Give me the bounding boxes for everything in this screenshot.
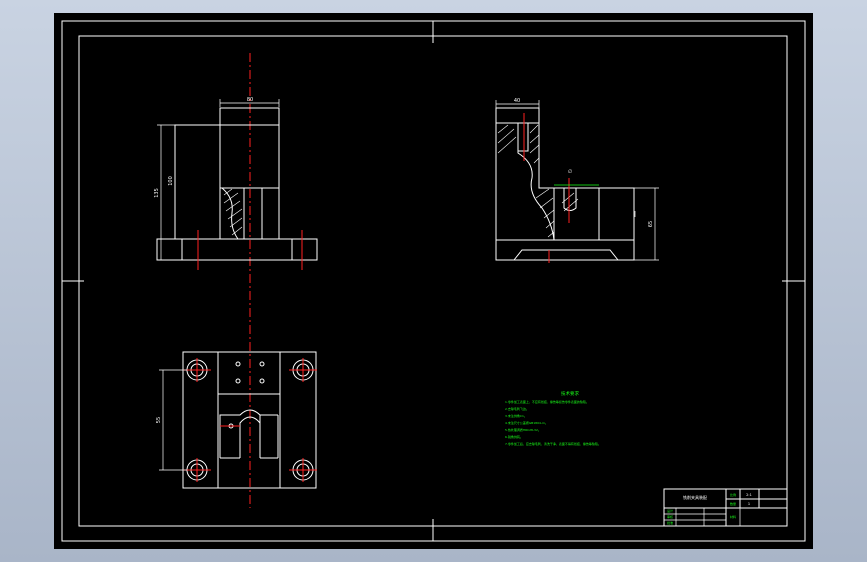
tech-req-line-2: 2.去除毛刺飞边。 [505, 406, 529, 411]
tech-req-line-1: 1.零件加工表面上，不应有划痕、擦伤等损伤零件表面的缺陷。 [505, 399, 589, 404]
trim-border [61, 20, 806, 542]
tech-req-line-5: 5.热处理调质HRC28-32。 [505, 427, 541, 432]
title-block-approved-label: 批准 [667, 520, 673, 525]
drawing-frame [78, 35, 788, 527]
tech-req-line-3: 3.未注倒角C1。 [505, 413, 527, 418]
title-block-checked-label: 审核 [667, 514, 673, 519]
dim-front-height-inner: 100 [168, 176, 174, 186]
dim-side-top-width: 40 [514, 98, 520, 104]
cad-drawing-canvas: 80 135 100 40 ∅ 65 55 技术要求 1.零件加工表面上，不应有… [61, 20, 806, 542]
title-block-scale-label: 比例 [730, 492, 736, 497]
dim-side-height: 65 [648, 221, 654, 227]
centering-marks [62, 21, 805, 541]
tech-req-line-4: 4.未注尺寸公差按GB1804-m。 [505, 420, 548, 425]
front-section-hatch [221, 187, 243, 240]
title-block: 铣削夹具装配 比例 2:1 数量 1 材料 设计 审核 批准 [663, 488, 788, 527]
front-view: 80 135 100 [154, 97, 318, 270]
tech-req-title: 技术要求 [561, 390, 579, 397]
plan-view: 55 [156, 351, 317, 489]
dim-front-height-outer: 135 [154, 188, 160, 198]
drawing-sheet: 80 135 100 40 ∅ 65 55 技术要求 1.零件加工表面上，不应有… [54, 13, 813, 549]
title-block-name: 铣削夹具装配 [683, 494, 707, 500]
title-block-drawn-label: 设计 [667, 508, 673, 513]
side-view: 40 ∅ 65 [495, 98, 659, 263]
front-dimensions [157, 99, 280, 260]
technical-requirements: 技术要求 1.零件加工表面上，不应有划痕、擦伤等损伤零件表面的缺陷。 2.去除毛… [505, 390, 601, 446]
tech-req-line-6: 6.锐角倒钝。 [505, 434, 523, 439]
title-block-qty-label: 数量 [730, 501, 736, 506]
dim-plan-height: 55 [156, 417, 162, 423]
tech-req-line-7: 7.零件加工后，应去除毛刺，清洗干净，表面不得有划痕、擦伤等缺陷。 [505, 441, 601, 446]
side-section-hatch [496, 122, 579, 241]
title-block-material-label: 材料 [730, 514, 736, 519]
title-block-scale-value: 2:1 [746, 493, 752, 497]
dim-side-mid: ∅ [568, 169, 572, 175]
title-block-qty-value: 1 [748, 502, 750, 506]
side-dimensions [495, 100, 659, 261]
dim-front-top-width: 80 [247, 97, 253, 103]
